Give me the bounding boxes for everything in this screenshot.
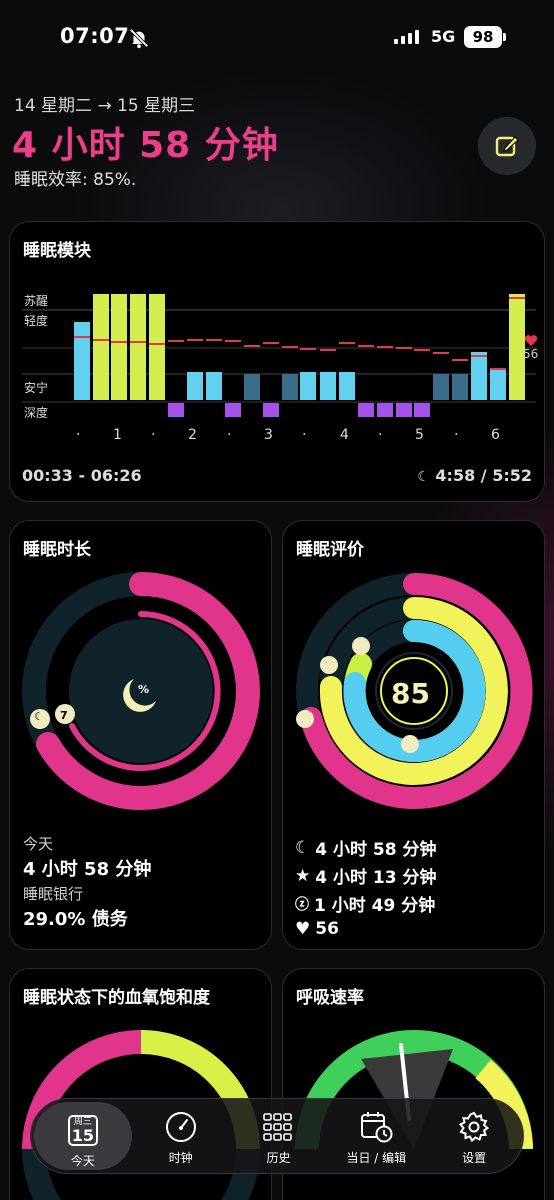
hypnogram-bar-light	[490, 370, 506, 400]
battery-indicator: 98	[464, 26, 506, 48]
x-tick-3: 3	[264, 427, 273, 443]
sleep-ratio: ☾ 4:58 / 5:52	[417, 466, 532, 485]
star-icon: ★	[295, 865, 311, 886]
hypnogram-bar-light	[187, 372, 203, 400]
today-value: 4 小时 58 分钟	[23, 859, 152, 880]
sleep-modules-card[interactable]: 睡眠模块 苏醒 轻度 安宁 深度 · 1 · 2 · 3 · 4 · 5 · 6…	[9, 221, 545, 502]
hypnogram-bar-restful	[433, 374, 449, 400]
tab-bar: 周三 15 今天 时钟 历史 当日 / 编辑 设置	[30, 1098, 524, 1174]
grid-icon	[263, 1113, 293, 1141]
hypnogram-bar-deep	[225, 403, 241, 417]
heart-icon: ♥	[295, 919, 311, 939]
stat-total-sleep: ☾ 4 小时 58 分钟	[295, 837, 437, 861]
hypnogram-bar-deep	[263, 403, 279, 417]
tab-label: 历史	[266, 1151, 291, 1165]
duration-ring	[22, 572, 260, 810]
x-tick-4: 4	[340, 427, 349, 443]
sleep-score-card[interactable]: 睡眠评价 85 ☾ 4 小时 58 分钟 ★ 4 小时 13 分钟 ⓩ 1 小时 49…	[282, 520, 545, 950]
tab-today[interactable]: 周三 15 今天	[34, 1102, 132, 1170]
hypnogram-chart	[22, 294, 536, 417]
hypnogram-bar-restful	[244, 374, 260, 400]
heart-icon	[524, 335, 538, 346]
hypnogram-bar-awake	[93, 294, 109, 400]
calendar-day: 15	[71, 1125, 95, 1145]
calendar-clock-icon	[361, 1112, 393, 1143]
status-time: 07:07	[60, 24, 130, 48]
moon-marker-glyph: ☾	[34, 710, 44, 723]
hypnogram-bar-restful	[452, 374, 468, 400]
edit-button[interactable]	[478, 117, 536, 175]
hypnogram-bar-awake	[149, 294, 165, 400]
x-tick-dot: ·	[378, 427, 383, 443]
tab-label: 时钟	[168, 1151, 193, 1165]
heart-rate-value: 56	[523, 347, 539, 361]
sleep-efficiency: 睡眠效率: 85%.	[14, 170, 137, 190]
x-tick-dot: ·	[302, 427, 307, 443]
stat-quality-sleep: ★ 4 小时 13 分钟	[295, 865, 437, 889]
x-tick-dot: ·	[76, 427, 81, 443]
tab-label: 当日 / 编辑	[346, 1151, 407, 1165]
gauge-icon	[165, 1112, 196, 1142]
tab-label: 设置	[462, 1151, 487, 1165]
x-tick-dot: ·	[454, 427, 459, 443]
hypnogram-bar-deep	[377, 403, 393, 417]
time-range: 00:33 - 06:26	[22, 466, 142, 485]
tab-day-edit[interactable]: 当日 / 编辑	[327, 1099, 425, 1173]
edit-icon	[495, 136, 519, 157]
sleep-bank-label: 睡眠银行	[23, 885, 84, 903]
status-bar: 07:07 5G 98	[0, 0, 554, 75]
star-marker-icon	[320, 656, 338, 674]
tab-clock[interactable]: 时钟	[132, 1099, 230, 1173]
x-tick-5: 5	[415, 427, 424, 443]
hypnogram-bar-restful	[282, 374, 298, 400]
hypnogram-bar-light	[206, 372, 222, 400]
hypnogram-bar-light	[320, 372, 336, 400]
calendar-icon: 周三 15	[67, 1114, 98, 1146]
zz-marker-icon	[352, 637, 370, 655]
sleep-score-value: 85	[391, 677, 430, 710]
hypnogram-bar-deep	[168, 403, 184, 417]
sleep-bank-value: 29.0% 债务	[23, 909, 128, 930]
x-tick-2: 2	[188, 427, 197, 443]
zz-icon: ⓩ	[295, 896, 309, 913]
moon-marker-icon	[296, 710, 314, 728]
x-tick-dot: ·	[227, 427, 232, 443]
seven-marker-glyph: 7	[60, 709, 68, 722]
sleep-duration-title: 4 小时 58 分钟	[12, 125, 279, 166]
today-label: 今天	[23, 835, 54, 853]
tab-settings[interactable]: 设置	[425, 1099, 523, 1173]
score-rings	[296, 572, 533, 809]
bell-muted-icon	[129, 28, 149, 49]
hypnogram-bar-light	[300, 372, 316, 400]
x-tick-1: 1	[113, 427, 122, 443]
hypnogram-bar-light	[339, 372, 355, 400]
moon-icon: ☾	[295, 837, 311, 858]
x-tick-dot: ·	[151, 427, 156, 443]
date-range: 14 星期二 → 15 星期三	[14, 96, 196, 116]
hypnogram-bar-awake	[111, 294, 127, 400]
percent-icon: %	[138, 683, 150, 696]
hypnogram-bar-light	[74, 322, 90, 400]
hypnogram-bar-light	[471, 352, 487, 400]
moon-icon: ☾	[417, 469, 430, 485]
sleep-duration-card[interactable]: 睡眠时长 % ☾ 7 今天 4 小时 58 分钟 睡眠银行 29.0% 债务	[9, 520, 272, 950]
signal-icon	[394, 28, 419, 44]
hypnogram-bar-deep	[358, 403, 374, 417]
sleep-ratio-value: 4:58 / 5:52	[435, 466, 532, 485]
tab-label: 今天	[70, 1154, 95, 1168]
network-type: 5G	[431, 27, 456, 46]
stat-heart-rate: ♥ 56	[295, 919, 339, 939]
hypnogram-bar-awake	[130, 294, 146, 400]
hypnogram-bar-deep	[414, 403, 430, 417]
tab-history[interactable]: 历史	[230, 1099, 328, 1173]
heart-marker-icon	[401, 735, 419, 753]
stat-deep-sleep: ⓩ 1 小时 49 分钟	[295, 891, 435, 916]
x-tick-6: 6	[491, 427, 500, 443]
gear-icon	[458, 1111, 490, 1143]
hypnogram-bar-deep	[396, 403, 412, 417]
